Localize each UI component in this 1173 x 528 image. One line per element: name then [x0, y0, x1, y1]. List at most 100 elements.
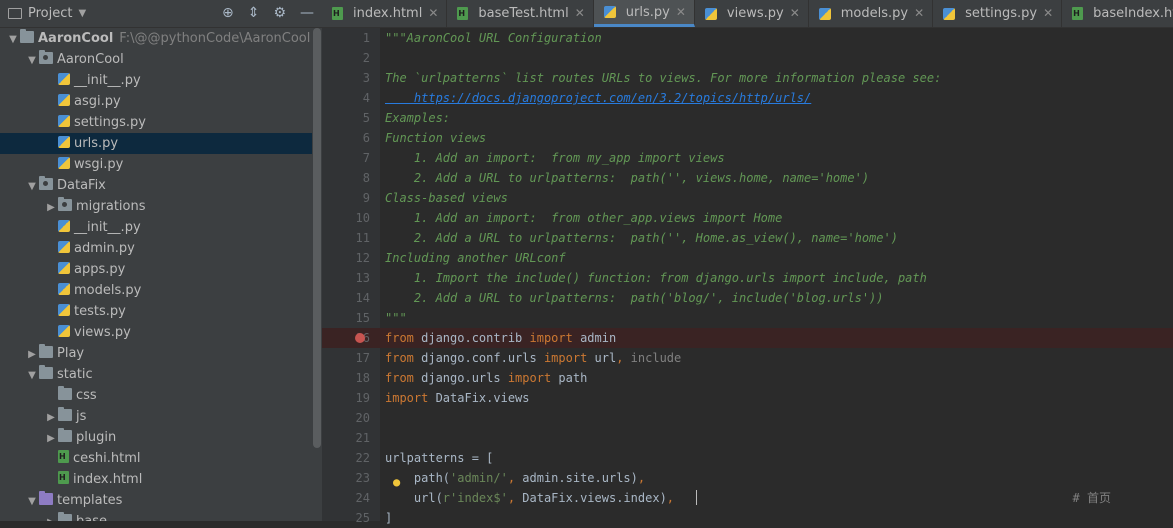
- project-scrollbar[interactable]: [313, 28, 321, 448]
- code-line[interactable]: 20: [322, 408, 1173, 428]
- expanded-arrow-icon[interactable]: ▼: [25, 365, 39, 386]
- line-number[interactable]: 11: [322, 228, 370, 248]
- code-line[interactable]: 19 import DataFix.views: [322, 388, 1173, 408]
- code-line[interactable]: 14 2. Add a URL to urlpatterns: path('bl…: [322, 288, 1173, 308]
- line-number[interactable]: 23: [322, 468, 370, 488]
- tree-item[interactable]: asgi.py: [0, 91, 312, 112]
- code-line[interactable]: 2: [322, 48, 1173, 68]
- close-icon[interactable]: ✕: [676, 0, 686, 26]
- line-number[interactable]: 4: [322, 88, 370, 108]
- expanded-arrow-icon[interactable]: ▼: [6, 29, 20, 50]
- close-icon[interactable]: ✕: [575, 0, 585, 27]
- tree-item[interactable]: css: [0, 385, 312, 406]
- tree-item[interactable]: apps.py: [0, 259, 312, 280]
- expanded-arrow-icon[interactable]: ▼: [25, 176, 39, 197]
- editor-tab[interactable]: index.html ✕: [322, 0, 448, 27]
- line-number[interactable]: 25: [322, 508, 370, 528]
- tree-item[interactable]: settings.py: [0, 112, 312, 133]
- collapsed-arrow-icon[interactable]: ▶: [44, 428, 58, 449]
- code-editor[interactable]: 1 """AaronCool URL Configuration 2 3 The `ur…: [322, 28, 1173, 528]
- tree-item[interactable]: ceshi.html: [0, 448, 312, 469]
- code-line[interactable]: 5 Examples:: [322, 108, 1173, 128]
- editor-tab[interactable]: settings.py ✕: [933, 0, 1063, 27]
- tree-item[interactable]: ▼ AaronCool: [0, 49, 312, 70]
- tree-item[interactable]: wsgi.py: [0, 154, 312, 175]
- tree-item[interactable]: index.html: [0, 469, 312, 490]
- tree-item[interactable]: ▼ AaronCool F:\@@pythonCode\AaronCool: [0, 28, 312, 49]
- collapse-all-icon[interactable]: ⇕: [248, 5, 260, 21]
- line-number[interactable]: 5: [322, 108, 370, 128]
- tree-item[interactable]: ▼ DataFix: [0, 175, 312, 196]
- collapsed-arrow-icon[interactable]: ▶: [44, 197, 58, 218]
- tree-item[interactable]: ▼ templates: [0, 490, 312, 511]
- editor-tab[interactable]: views.py ✕: [695, 0, 809, 27]
- collapsed-arrow-icon[interactable]: ▶: [25, 344, 39, 365]
- code-line[interactable]: 17 from django.conf.urls import url, incl…: [322, 348, 1173, 368]
- line-number[interactable]: 24: [322, 488, 370, 508]
- line-number[interactable]: 14: [322, 288, 370, 308]
- code-line[interactable]: 9 Class-based views: [322, 188, 1173, 208]
- tree-item[interactable]: views.py: [0, 322, 312, 343]
- line-number[interactable]: 3: [322, 68, 370, 88]
- code-line[interactable]: 24 url(r'index$', DataFix.views.index), …: [322, 488, 1173, 508]
- editor-tab[interactable]: models.py ✕: [809, 0, 934, 27]
- collapsed-arrow-icon[interactable]: ▶: [44, 512, 58, 521]
- code-line[interactable]: 4 https://docs.djangoproject.com/en/3.2/…: [322, 88, 1173, 108]
- close-icon[interactable]: ✕: [914, 0, 924, 27]
- line-number[interactable]: 22: [322, 448, 370, 468]
- line-number[interactable]: 17: [322, 348, 370, 368]
- tree-item[interactable]: ▼ static: [0, 364, 312, 385]
- line-number[interactable]: 12: [322, 248, 370, 268]
- code-line[interactable]: 3 The `urlpatterns` list routes URLs to v…: [322, 68, 1173, 88]
- tree-item[interactable]: ▶ migrations: [0, 196, 312, 217]
- tree-item[interactable]: __init__.py: [0, 70, 312, 91]
- tree-item[interactable]: __init__.py: [0, 217, 312, 238]
- tree-item[interactable]: ▶ js: [0, 406, 312, 427]
- tree-item[interactable]: tests.py: [0, 301, 312, 322]
- line-number[interactable]: 19: [322, 388, 370, 408]
- code-line[interactable]: 10 1. Add an import: from other_app.view…: [322, 208, 1173, 228]
- line-number[interactable]: 13: [322, 268, 370, 288]
- tree-item[interactable]: ▶ plugin: [0, 427, 312, 448]
- code-line[interactable]: 18 from django.urls import path: [322, 368, 1173, 388]
- code-line[interactable]: 8 2. Add a URL to urlpatterns: path('', …: [322, 168, 1173, 188]
- code-line[interactable]: 11 2. Add a URL to urlpatterns: path('',…: [322, 228, 1173, 248]
- close-icon[interactable]: ✕: [1043, 0, 1053, 27]
- code-line[interactable]: 23 ● path('admin/', admin.site.urls),: [322, 468, 1173, 489]
- locate-icon[interactable]: ⊕: [222, 5, 234, 21]
- hide-icon[interactable]: —: [300, 5, 314, 21]
- gear-icon[interactable]: ⚙: [273, 5, 286, 21]
- expanded-arrow-icon[interactable]: ▼: [25, 491, 39, 512]
- line-number[interactable]: 6: [322, 128, 370, 148]
- editor-tab[interactable]: baseTest.html ✕: [447, 0, 594, 27]
- code-line[interactable]: 25]: [322, 508, 1173, 528]
- code-line[interactable]: 21: [322, 428, 1173, 448]
- editor-tab[interactable]: baseIndex.html✕: [1062, 0, 1173, 27]
- expanded-arrow-icon[interactable]: ▼: [25, 50, 39, 71]
- code-line[interactable]: 7 1. Add an import: from my_app import v…: [322, 148, 1173, 168]
- code-line[interactable]: 16from django.contrib import admin: [322, 328, 1173, 348]
- line-number[interactable]: 1: [322, 28, 370, 48]
- project-view-selector[interactable]: Project ▼: [8, 6, 86, 21]
- line-number[interactable]: 8: [322, 168, 370, 188]
- line-number[interactable]: 2: [322, 48, 370, 68]
- code-line[interactable]: 22 urlpatterns = [: [322, 448, 1173, 468]
- close-icon[interactable]: ✕: [790, 0, 800, 27]
- line-number[interactable]: 21: [322, 428, 370, 448]
- collapsed-arrow-icon[interactable]: ▶: [44, 407, 58, 428]
- tree-item[interactable]: ▶ Play: [0, 343, 312, 364]
- line-number[interactable]: 10: [322, 208, 370, 228]
- close-icon[interactable]: ✕: [428, 0, 438, 27]
- tree-item[interactable]: models.py: [0, 280, 312, 301]
- editor-tab[interactable]: urls.py ✕: [593, 0, 695, 27]
- line-number[interactable]: 18: [322, 368, 370, 388]
- code-line[interactable]: 12 Including another URLconf: [322, 248, 1173, 268]
- line-number[interactable]: 15: [322, 308, 370, 328]
- breakpoint-icon[interactable]: [355, 333, 365, 343]
- line-number[interactable]: 20: [322, 408, 370, 428]
- line-number[interactable]: 9: [322, 188, 370, 208]
- code-line[interactable]: 13 1. Import the include() function: fro…: [322, 268, 1173, 288]
- tree-item[interactable]: admin.py: [0, 238, 312, 259]
- code-line[interactable]: 1 """AaronCool URL Configuration: [322, 28, 1173, 48]
- code-line[interactable]: 6 Function views: [322, 128, 1173, 148]
